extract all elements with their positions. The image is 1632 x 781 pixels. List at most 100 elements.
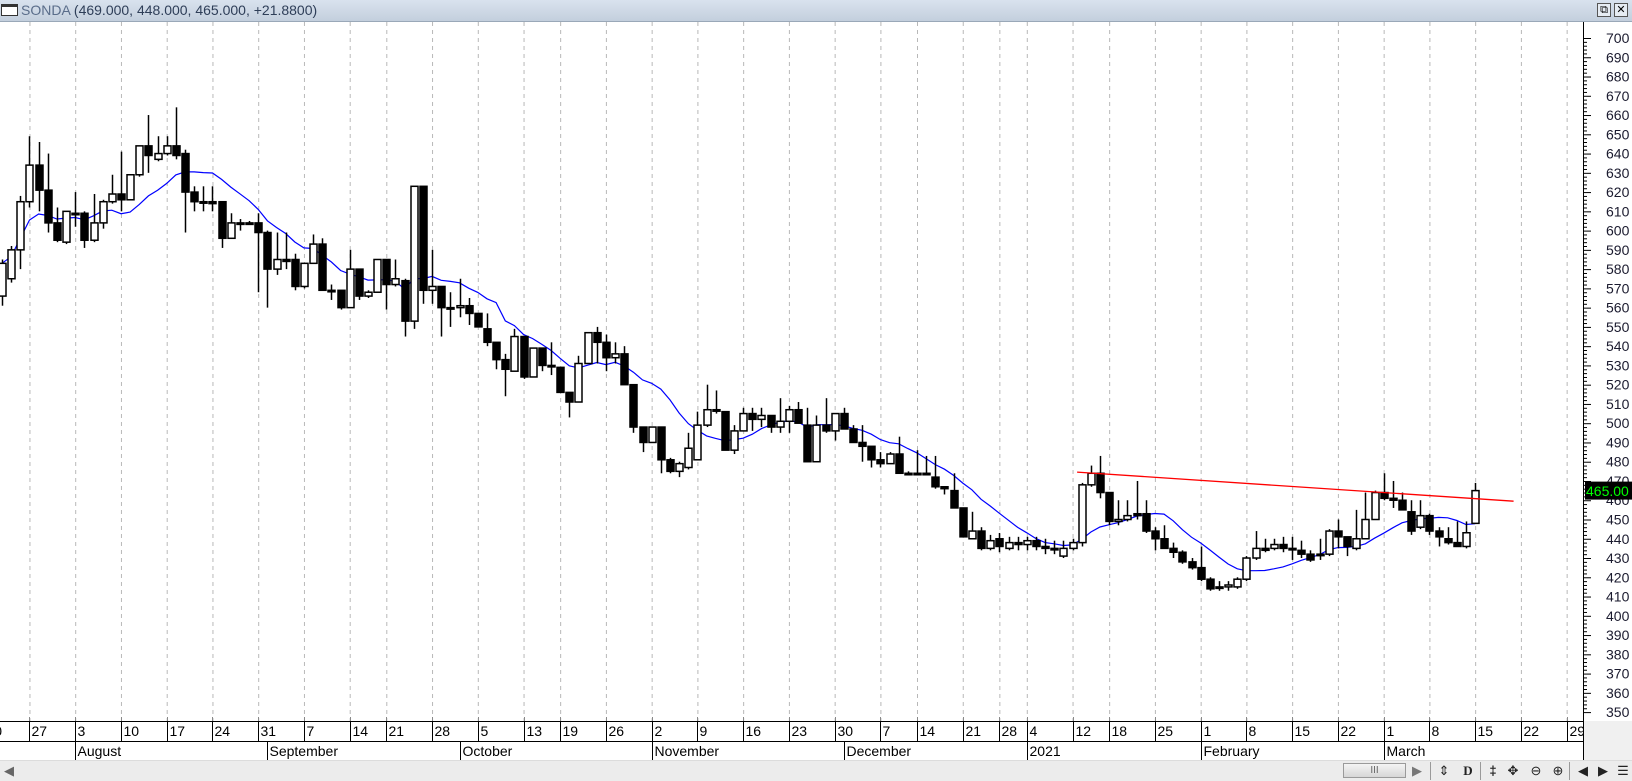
- price-chart[interactable]: 700 690 680 670 660 650 640 630 620 610 600 590 580 5…: [0, 0, 1632, 760]
- candle-body-down: [1453, 541, 1462, 548]
- candle: [886, 452, 895, 465]
- candle-body-down: [803, 424, 812, 463]
- candle-body-down: [1206, 578, 1215, 590]
- candle: [373, 258, 382, 293]
- candle: [126, 173, 135, 201]
- price-tick-label: 560: [1606, 300, 1630, 316]
- candle-body-up: [327, 289, 336, 293]
- month-label: December: [847, 743, 912, 759]
- price-tick-label: 610: [1606, 203, 1630, 219]
- candle-body-up: [364, 291, 373, 297]
- candle-body-down: [1041, 545, 1050, 550]
- week-label: 16: [746, 723, 762, 739]
- zoom-out-icon[interactable]: ⊖: [1529, 763, 1543, 779]
- week-label: 10: [124, 723, 140, 739]
- candle-body-down: [940, 486, 949, 490]
- week-label: 21: [966, 723, 982, 739]
- candle-body-down: [1343, 536, 1352, 548]
- candle-body-down: [1160, 538, 1169, 550]
- candle-body-down: [950, 489, 959, 509]
- candle-body-up: [574, 362, 583, 403]
- candle-body-down: [254, 222, 263, 234]
- candle-body-up: [163, 145, 172, 155]
- candle-body-down: [931, 476, 940, 488]
- candle-body-down: [1188, 561, 1197, 569]
- month-label: August: [78, 743, 122, 759]
- sync-icon[interactable]: ⇕: [1437, 763, 1451, 779]
- candle-body-down: [401, 279, 410, 322]
- candle-body-up: [7, 249, 16, 280]
- price-tick-label: 360: [1606, 685, 1630, 701]
- candle-body-up: [1371, 491, 1380, 521]
- candle-body-down: [44, 189, 53, 224]
- candle-body-down: [53, 222, 62, 241]
- candle-body-down: [1197, 566, 1206, 580]
- candle-body-down: [474, 312, 483, 328]
- candle-body-down: [1032, 539, 1041, 548]
- price-tick-label: 400: [1606, 608, 1630, 624]
- price-tick-label: 410: [1606, 589, 1630, 605]
- candle-body-down: [492, 341, 501, 361]
- candle-body-down: [1261, 547, 1270, 552]
- candle-body-down: [556, 366, 565, 394]
- candle-body-down: [1389, 497, 1398, 501]
- week-label: 19: [563, 723, 579, 739]
- candle-body-down: [1014, 541, 1023, 546]
- candle-body-up: [1059, 547, 1068, 557]
- price-tick-label: 700: [1606, 30, 1630, 46]
- menu-icon[interactable]: ☰: [1617, 763, 1629, 779]
- week-label: 31: [261, 723, 277, 739]
- price-tick-label: 690: [1606, 49, 1630, 65]
- candle: [291, 253, 300, 291]
- candle-body-down: [840, 412, 849, 430]
- candle: [1206, 577, 1215, 591]
- candle: [1325, 529, 1334, 557]
- week-label: 14: [353, 723, 369, 739]
- week-label: 18: [1112, 723, 1128, 739]
- candle-body-up: [99, 200, 108, 224]
- candle: [474, 312, 483, 328]
- candle-body-down: [657, 426, 666, 461]
- candle-body-down: [355, 268, 364, 297]
- candle-body-up: [0, 262, 7, 297]
- candle-body-up: [154, 152, 163, 161]
- candle-body-up: [986, 539, 995, 550]
- fit-vertical-icon[interactable]: ‡: [1486, 763, 1500, 779]
- candle-body-up: [446, 306, 455, 310]
- candle-body-down: [318, 243, 327, 292]
- week-label: 1: [1204, 723, 1212, 739]
- price-tick-label: 390: [1606, 627, 1630, 643]
- candle-body-down: [483, 328, 492, 344]
- candle-body-up: [1288, 547, 1297, 551]
- candle-body-up: [611, 353, 620, 359]
- candle: [300, 262, 309, 289]
- next-icon[interactable]: ▶: [1597, 763, 1609, 779]
- candle-body-up: [648, 426, 657, 444]
- scrollbar-thumb[interactable]: III: [1343, 763, 1406, 778]
- price-tick-label: 380: [1606, 646, 1630, 662]
- week-label: 15: [1478, 723, 1494, 739]
- candle: [1242, 556, 1251, 582]
- zoom-in-icon[interactable]: ⊕: [1551, 763, 1565, 779]
- candle-body-down: [602, 341, 611, 359]
- scroll-left-button[interactable]: ◀: [4, 763, 14, 779]
- candle: [355, 268, 364, 300]
- week-label: 23: [792, 723, 808, 739]
- d-button[interactable]: D: [1461, 763, 1475, 779]
- candle-body-down: [382, 258, 391, 286]
- scroll-right-button[interactable]: ▶: [1412, 763, 1422, 779]
- week-label: 22: [1341, 723, 1357, 739]
- candle: [337, 289, 346, 310]
- candle-body-up: [693, 424, 702, 461]
- previous-icon[interactable]: ◀: [1577, 763, 1589, 779]
- candle-body-up: [135, 145, 144, 176]
- price-tick-label: 600: [1606, 223, 1630, 239]
- candle-body-down: [666, 459, 675, 473]
- month-label: October: [463, 743, 513, 759]
- candle-body-down: [565, 391, 574, 403]
- candle-body-down: [437, 285, 446, 309]
- move-icon[interactable]: ✥: [1506, 763, 1520, 779]
- candle: [629, 383, 638, 433]
- candle-body-up: [300, 262, 309, 288]
- candle-body-down: [181, 152, 190, 193]
